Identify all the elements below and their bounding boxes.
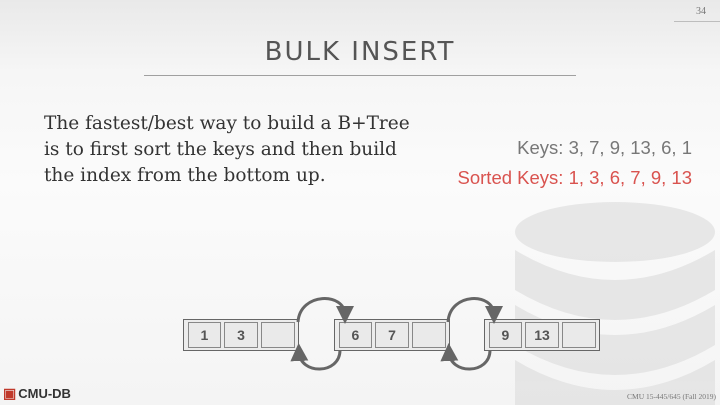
forward-arrow-icon bbox=[446, 297, 503, 324]
footer-logo-text: CMU-DB bbox=[18, 386, 71, 401]
backward-arrow-icon bbox=[440, 343, 492, 371]
footer-logo: ▣ CMU-DB bbox=[3, 385, 71, 402]
sibling-pointer-arrows bbox=[290, 297, 503, 371]
backward-arrow-icon bbox=[290, 343, 342, 371]
footer-course-label: CMU 15-445/645 (Fall 2019) bbox=[627, 392, 716, 401]
forward-arrow-icon bbox=[296, 297, 354, 324]
cmu-db-logo-icon: ▣ bbox=[3, 385, 17, 401]
arrow-pair-1 bbox=[290, 297, 354, 371]
arrow-pair-2 bbox=[440, 297, 503, 371]
